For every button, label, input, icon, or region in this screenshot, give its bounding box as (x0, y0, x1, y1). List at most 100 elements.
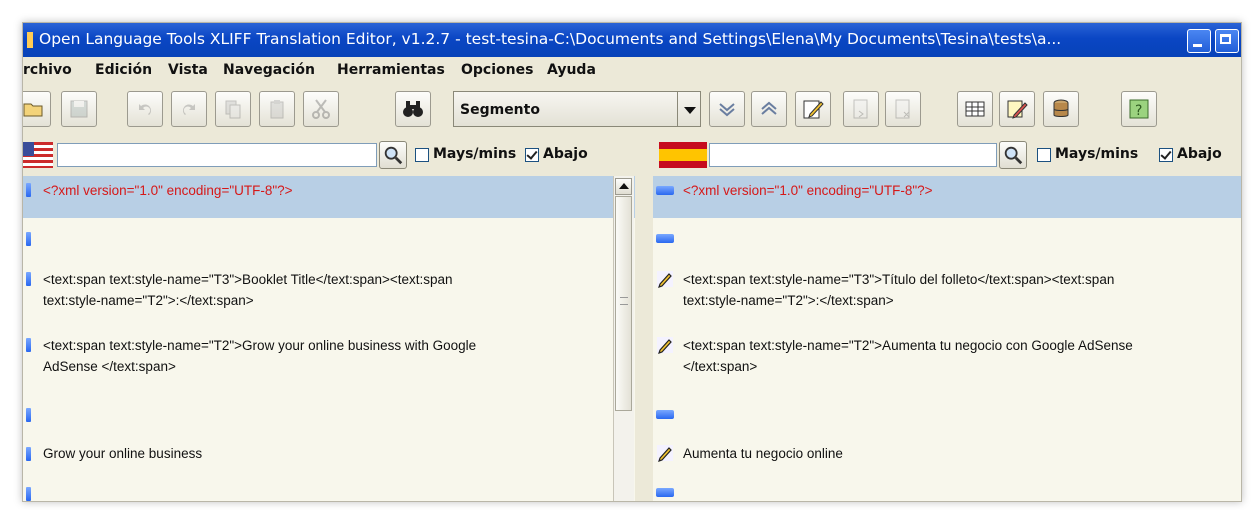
segment-row[interactable] (23, 218, 635, 258)
menu-edicion[interactable]: Edición (95, 62, 152, 78)
database-button[interactable] (1043, 91, 1079, 127)
segment-target-line: text:style-name="T2">:</text:span> (683, 293, 894, 308)
segment-row[interactable] (23, 474, 635, 501)
svg-text:?: ? (1135, 103, 1142, 119)
segment-target-line: Aumenta tu negocio online (683, 446, 843, 461)
segment-marker-icon (656, 186, 674, 195)
pencil-icon (657, 337, 673, 354)
redo-button[interactable] (171, 91, 207, 127)
magnifier-icon (384, 146, 403, 165)
copy-button[interactable] (215, 91, 251, 127)
navigation-mode-value: Segmento (460, 102, 540, 118)
toolbar: Segmento ? (23, 84, 1241, 136)
segment-marker-icon (26, 447, 31, 461)
target-search-input[interactable] (709, 143, 997, 167)
segment-source-line: Grow your online business (43, 446, 203, 461)
application-window: Open Language Tools XLIFF Translation Ed… (22, 22, 1242, 502)
segment-source-line: <text:span text:style-name="T3">Booklet … (43, 272, 453, 287)
undo-icon (139, 104, 152, 115)
source-down-checkbox[interactable] (525, 148, 539, 162)
segment-target-line: <text:span text:style-name="T2">Aumenta … (683, 338, 1133, 353)
double-chevron-down-icon (719, 103, 735, 117)
segment-row[interactable]: <?xml version="1.0" encoding="UTF-8"?> (653, 176, 1241, 218)
save-icon (70, 100, 88, 118)
pencil-icon (657, 445, 673, 462)
scroll-up-icon[interactable] (615, 178, 632, 195)
target-search-button[interactable] (999, 141, 1027, 169)
menu-ayuda[interactable]: Ayuda (547, 62, 596, 78)
segment-marker-icon (656, 488, 674, 497)
folder-icon (23, 103, 43, 117)
segment-source-line: text:style-name="T2">:</text:span> (43, 293, 254, 308)
segment-target-line: <?xml version="1.0" encoding="UTF-8"?> (683, 183, 933, 198)
menu-opciones[interactable]: Opciones (461, 62, 533, 78)
segment-marker-icon (26, 338, 31, 352)
title-bar[interactable]: Open Language Tools XLIFF Translation Ed… (23, 23, 1241, 57)
save-button[interactable] (61, 91, 97, 127)
table-button[interactable] (957, 91, 993, 127)
double-chevron-up-icon (761, 101, 777, 115)
cut-icon (312, 99, 330, 119)
segment-marker-icon (26, 232, 31, 246)
segment-row[interactable]: <?xml version="1.0" encoding="UTF-8"?> (23, 176, 635, 218)
find-button[interactable] (395, 91, 431, 127)
source-search-input[interactable] (57, 143, 377, 167)
edit-note-icon (803, 100, 824, 119)
database-icon (1053, 99, 1069, 117)
edit-segment-button[interactable] (795, 91, 831, 127)
magnifier-icon (1004, 146, 1023, 165)
source-search-bar: Mays/mins Abajo (23, 136, 635, 177)
source-case-checkbox[interactable] (415, 148, 429, 162)
segment-source-line: <?xml version="1.0" encoding="UTF-8"?> (43, 183, 293, 198)
segment-row[interactable] (23, 390, 635, 434)
menu-navegacion[interactable]: Navegación (223, 62, 315, 78)
menu-herramientas[interactable]: Herramientas (337, 62, 445, 78)
copy-source-icon (853, 99, 868, 119)
segment-row[interactable]: Aumenta tu negocio online (653, 434, 1241, 474)
target-case-checkbox[interactable] (1037, 148, 1051, 162)
segment-marker-icon (656, 234, 674, 243)
segment-row[interactable]: Grow your online business (23, 434, 635, 474)
copy-source-button[interactable] (843, 91, 879, 127)
segment-marker-icon (26, 183, 31, 197)
segment-row[interactable] (653, 390, 1241, 434)
pencil-icon (657, 271, 673, 288)
navigation-mode-select[interactable]: Segmento (453, 91, 699, 127)
segment-row[interactable] (653, 474, 1241, 501)
scrollbar-thumb[interactable] (615, 196, 632, 411)
segment-row[interactable]: <text:span text:style-name="T2">Aumenta … (653, 324, 1241, 390)
open-button[interactable] (23, 91, 51, 127)
source-case-label: Mays/mins (433, 146, 517, 162)
next-segment-button[interactable] (709, 91, 745, 127)
chevron-down-icon[interactable] (677, 91, 701, 127)
source-pane: Mays/mins Abajo <?xml version="1.0" enco… (23, 136, 635, 501)
paste-button[interactable] (259, 91, 295, 127)
previous-segment-button[interactable] (751, 91, 787, 127)
segment-target-line: </text:span> (683, 359, 758, 374)
clear-target-button[interactable] (885, 91, 921, 127)
notes-button[interactable] (999, 91, 1035, 127)
paste-icon (270, 100, 284, 119)
window-title: Open Language Tools XLIFF Translation Ed… (39, 30, 1062, 48)
segment-row[interactable]: <text:span text:style-name="T3">Título d… (653, 258, 1241, 324)
cut-button[interactable] (303, 91, 339, 127)
source-down-label: Abajo (543, 146, 588, 162)
source-scrollbar[interactable] (613, 176, 634, 501)
es-flag-icon (659, 142, 707, 168)
segment-row[interactable]: <text:span text:style-name="T2">Grow you… (23, 324, 635, 390)
segment-row[interactable]: <text:span text:style-name="T3">Booklet … (23, 258, 635, 324)
source-search-button[interactable] (379, 141, 407, 169)
undo-button[interactable] (127, 91, 163, 127)
pane-divider[interactable] (635, 136, 653, 501)
target-pane: Mays/mins Abajo <?xml version="1.0" enco… (653, 136, 1241, 501)
segment-row[interactable] (653, 218, 1241, 258)
maximize-button[interactable] (1215, 29, 1239, 53)
menu-archivo[interactable]: rchivo (23, 62, 72, 78)
segment-marker-icon (656, 410, 674, 419)
target-down-checkbox[interactable] (1159, 148, 1173, 162)
minimize-button[interactable] (1187, 29, 1211, 53)
help-icon: ? (1129, 99, 1149, 119)
menu-vista[interactable]: Vista (168, 62, 208, 78)
help-button[interactable]: ? (1121, 91, 1157, 127)
segment-target-line: <text:span text:style-name="T3">Título d… (683, 272, 1115, 287)
